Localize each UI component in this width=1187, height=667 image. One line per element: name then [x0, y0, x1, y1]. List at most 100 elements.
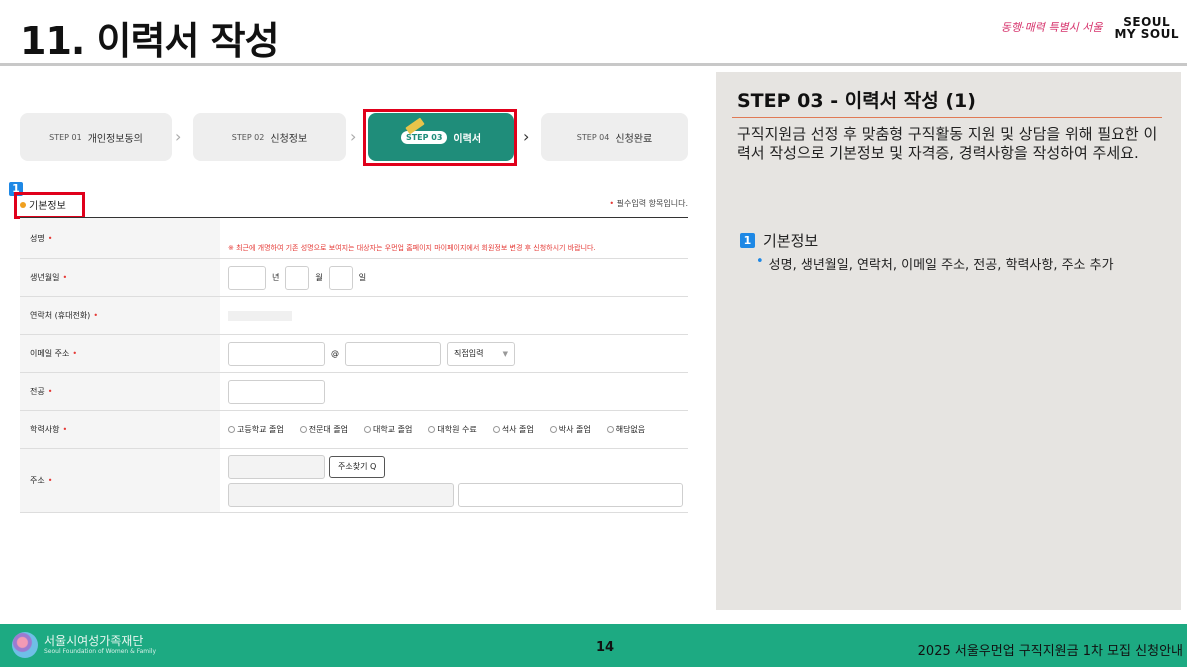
education-cell: 고등학교 졸업 전문대 졸업 대학교 졸업 대학원 수료 석사 졸업 박사 졸업… [220, 411, 688, 448]
explanation-panel: STEP 03 - 이력서 작성 (1) 구직지원금 선정 후 맞춤형 구직활동… [716, 72, 1181, 610]
find-address-button[interactable]: 주소찾기 Q [329, 455, 386, 478]
name-label: 성명 [30, 233, 45, 243]
step-2-name: 신청정보 [270, 133, 308, 145]
required-star-icon: • [609, 199, 615, 208]
foundation-name-ko: 서울시여성가족재단 [44, 634, 144, 648]
field-label: 생년월일 • [20, 259, 220, 296]
radio-icon [492, 426, 500, 433]
email-cell: @ 직접입력 ▼ [220, 335, 688, 372]
header-divider [0, 63, 1187, 66]
logo-line2: MY SOUL [1114, 27, 1179, 41]
email-domain-select-value: 직접입력 [454, 349, 484, 358]
radio-icon [364, 426, 372, 433]
major-cell [220, 373, 688, 410]
required-star-icon: • [47, 233, 53, 243]
birth-day-input[interactable] [328, 265, 353, 290]
section-highlight-box [14, 192, 85, 219]
required-star-icon: • [47, 387, 53, 396]
education-option[interactable]: 대학원 수료 [428, 424, 477, 435]
step-2[interactable]: STEP 02 신청정보 [193, 113, 346, 161]
chevron-right-icon: › [175, 127, 182, 146]
step-4-name: 신청완료 [615, 133, 653, 145]
panel-section-heading: 1 기본정보 [740, 230, 818, 251]
education-option-label: 박사 졸업 [558, 425, 591, 434]
education-option[interactable]: 전문대 졸업 [299, 424, 348, 435]
chevron-right-icon: › [523, 127, 530, 146]
form-row-email: 이메일 주소 • @ 직접입력 ▼ [20, 335, 688, 373]
postcode-input[interactable] [228, 454, 325, 479]
education-option-label: 해당없음 [615, 425, 646, 434]
education-option-label: 석사 졸업 [501, 425, 534, 434]
step-4-number: STEP 04 [576, 132, 610, 142]
field-label: 연락처 (휴대전화) • [20, 297, 220, 334]
education-option[interactable]: 대학교 졸업 [364, 424, 412, 435]
education-label: 학력사항 [30, 425, 60, 434]
required-star-icon: • [62, 273, 68, 282]
address-detail-input[interactable] [458, 482, 683, 507]
footer: 서울시여성가족재단 Seoul Foundation of Women & Fa… [0, 624, 1187, 667]
form-row-name: 성명 • ※ 최근에 개명하여 기존 성명으로 보여지는 대상자는 우먼업 홈페이… [20, 218, 688, 259]
form-row-major: 전공 • [20, 373, 688, 411]
required-note: • 필수입력 항목입니다. [609, 198, 688, 209]
panel-bullet-item: • 성명, 생년월일, 연락처, 이메일 주소, 전공, 학력사항, 주소 추가 [756, 254, 1114, 273]
email-domain-input[interactable] [345, 341, 441, 366]
education-option-label: 고등학교 졸업 [237, 425, 284, 434]
step-progress-bar: STEP 01 개인정보동의 › STEP 02 신청정보 › STEP 03 … [20, 113, 688, 161]
header-logos: 동행·매력 특별시 서울 SEOUL MY SOUL [1001, 16, 1179, 40]
document-title: 2025 서울우먼업 구직지원금 1차 모집 신청안내 [917, 644, 1183, 659]
major-input[interactable] [228, 379, 325, 404]
education-option[interactable]: 석사 졸업 [492, 424, 534, 435]
radio-icon [606, 426, 614, 433]
step-1[interactable]: STEP 01 개인정보동의 [20, 113, 172, 161]
day-suffix: 일 [358, 273, 367, 282]
foundation-emblem-icon [12, 632, 38, 658]
address-row-2 [228, 482, 683, 507]
step-1-number: STEP 01 [49, 132, 82, 142]
field-label: 학력사항 • [20, 411, 220, 448]
radio-icon [299, 426, 307, 433]
required-star-icon: • [62, 425, 68, 434]
education-option[interactable]: 고등학교 졸업 [228, 424, 284, 435]
education-option[interactable]: 박사 졸업 [549, 424, 591, 435]
address-label: 주소 [30, 476, 45, 485]
email-at-sign: @ [331, 349, 339, 358]
form-row-address: 주소 • 주소찾기 Q [20, 449, 688, 513]
panel-bullet-text: 성명, 생년월일, 연락처, 이메일 주소, 전공, 학력사항, 주소 추가 [768, 258, 1114, 273]
phone-cell [220, 297, 688, 334]
panel-title: STEP 03 - 이력서 작성 (1) [737, 90, 976, 112]
panel-description: 구직지원금 선정 후 맞춤형 구직활동 지원 및 상담을 위해 필요한 이력서 … [737, 125, 1158, 162]
seoul-slogan-logo: 동행·매력 특별시 서울 [1000, 21, 1103, 35]
birth-year-input[interactable] [228, 265, 266, 290]
field-label: 주소 • [20, 449, 220, 512]
birthdate-label: 생년월일 [30, 273, 60, 282]
panel-divider [732, 117, 1162, 118]
education-option[interactable]: 해당없음 [606, 424, 646, 435]
year-suffix: 년 [272, 273, 280, 282]
name-cell: ※ 최근에 개명하여 기존 성명으로 보여지는 대상자는 우먼업 홈페이지 마이… [220, 218, 688, 258]
step3-highlight-box [363, 109, 517, 166]
chevron-right-icon: › [350, 127, 357, 146]
page-number: 14 [596, 640, 615, 655]
basic-info-form: 성명 • ※ 최근에 개명하여 기존 성명으로 보여지는 대상자는 우먼업 홈페이… [20, 217, 688, 513]
seoul-my-soul-logo: SEOUL MY SOUL [1114, 16, 1179, 40]
foundation-logo: 서울시여성가족재단 Seoul Foundation of Women & Fa… [12, 632, 156, 658]
required-note-text: 필수입력 항목입니다. [616, 199, 688, 208]
step-4[interactable]: STEP 04 신청완료 [541, 113, 688, 161]
name-change-notice: ※ 최근에 개명하여 기존 성명으로 보여지는 대상자는 우먼업 홈페이지 마이… [228, 244, 596, 252]
form-row-birthdate: 생년월일 • 년 월 일 [20, 259, 688, 297]
phone-label: 연락처 (휴대전화) [30, 311, 91, 320]
step-1-name: 개인정보동의 [87, 133, 143, 145]
email-domain-select[interactable]: 직접입력 ▼ [447, 341, 515, 366]
address-input[interactable] [228, 482, 454, 507]
field-label: 전공 • [20, 373, 220, 410]
form-row-education: 학력사항 • 고등학교 졸업 전문대 졸업 대학교 졸업 대학원 수료 석사 졸업… [20, 411, 688, 449]
required-star-icon: • [47, 476, 53, 485]
email-label: 이메일 주소 [30, 349, 70, 358]
birthdate-cell: 년 월 일 [220, 259, 688, 296]
radio-icon [549, 426, 557, 433]
address-cell: 주소찾기 Q [220, 449, 688, 512]
birth-month-input[interactable] [285, 265, 310, 290]
email-id-input[interactable] [228, 341, 325, 366]
field-label: 성명 • [20, 218, 220, 258]
caret-down-icon: ▼ [502, 349, 508, 358]
